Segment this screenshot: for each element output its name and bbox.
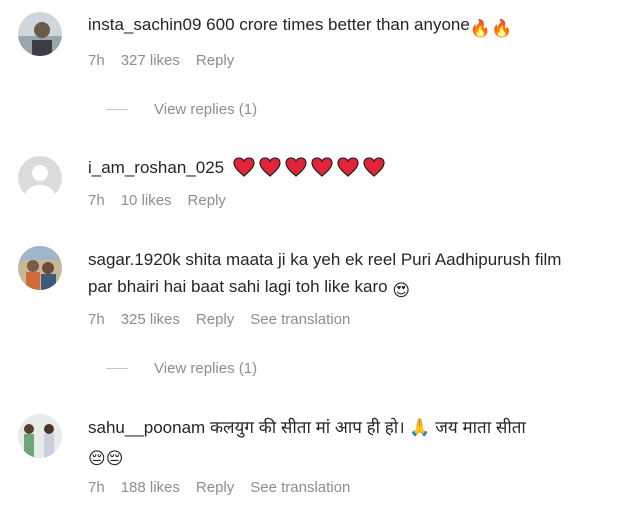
reply-button[interactable]: Reply xyxy=(196,479,234,496)
avatar[interactable] xyxy=(18,156,62,200)
default-avatar-icon xyxy=(18,156,62,200)
divider-line xyxy=(106,368,128,369)
see-translation-button[interactable]: See translation xyxy=(250,479,350,496)
divider-line xyxy=(106,109,128,110)
user-photo-icon xyxy=(18,414,62,458)
comment-meta: 7h 10 likes Reply xyxy=(88,192,242,209)
view-replies-label: View replies (1) xyxy=(154,360,258,377)
comment-time: 7h xyxy=(88,192,105,209)
view-replies-button[interactable]: View replies (1) xyxy=(106,360,257,377)
user-photo-icon xyxy=(18,12,62,56)
comment-likes[interactable]: 327 likes xyxy=(121,52,180,69)
avatar[interactable] xyxy=(18,414,62,458)
comment-username[interactable]: i_am_roshan_025 xyxy=(88,158,224,177)
comment-text: sagar.1920k shita maata ji ka yeh ek ree… xyxy=(88,246,628,273)
fire-emoji: 🔥🔥 xyxy=(469,19,513,38)
heart-icon xyxy=(311,157,333,177)
comment-likes[interactable]: 325 likes xyxy=(121,311,180,328)
comment-body: shita maata ji ka yeh ek reel Puri Aadhi… xyxy=(185,250,562,269)
comment-body: 600 crore times better than anyone xyxy=(206,15,470,34)
comment-username[interactable]: sagar.1920k xyxy=(88,250,181,269)
comment-text-continued: 😔😔 xyxy=(88,441,628,472)
pensive-face-emoji: 😔😔 xyxy=(88,449,124,468)
comment-text-continued: par bhairi hai baat sahi lagi toh like k… xyxy=(88,273,628,304)
comment-username[interactable]: sahu__poonam xyxy=(88,418,205,437)
reply-button[interactable]: Reply xyxy=(196,52,234,69)
comment-meta: 7h 325 likes Reply See translation xyxy=(88,311,366,328)
comment-time: 7h xyxy=(88,479,105,496)
avatar[interactable] xyxy=(18,246,62,290)
comment-body-line2: par bhairi hai baat sahi lagi toh like k… xyxy=(88,277,388,296)
comment-meta: 7h 188 likes Reply See translation xyxy=(88,479,366,496)
comment-text: sahu__poonam कलयुग की सीता मां आप ही हो।… xyxy=(88,414,628,441)
comment-text: insta_sachin09 600 crore times better th… xyxy=(88,11,628,42)
comment-likes[interactable]: 10 likes xyxy=(121,192,172,209)
comment-body: कलयुग की सीता मां आप ही हो। 🙏 जय माता सी… xyxy=(209,418,526,437)
comment-time: 7h xyxy=(88,311,105,328)
heart-icon xyxy=(259,157,281,177)
comment-meta: 7h 327 likes Reply xyxy=(88,52,250,69)
heart-icon xyxy=(285,157,307,177)
comment-text: i_am_roshan_025 xyxy=(88,154,628,181)
heart-icon xyxy=(337,157,359,177)
comment-likes[interactable]: 188 likes xyxy=(121,479,180,496)
reply-button[interactable]: Reply xyxy=(188,192,226,209)
heart-icon xyxy=(363,157,385,177)
view-replies-button[interactable]: View replies (1) xyxy=(106,101,257,118)
user-photo-icon xyxy=(18,246,62,290)
comment-time: 7h xyxy=(88,52,105,69)
avatar[interactable] xyxy=(18,12,62,56)
reply-button[interactable]: Reply xyxy=(196,311,234,328)
heart-emojis xyxy=(233,157,389,177)
comment-username[interactable]: insta_sachin09 xyxy=(88,15,201,34)
view-replies-label: View replies (1) xyxy=(154,101,258,118)
heart-eyes-emoji: 😍 xyxy=(392,281,411,300)
heart-icon xyxy=(233,157,255,177)
see-translation-button[interactable]: See translation xyxy=(250,311,350,328)
